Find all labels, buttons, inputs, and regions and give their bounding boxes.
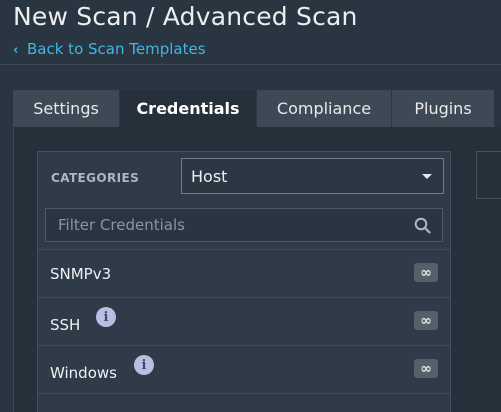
tab-plugins[interactable]: Plugins (392, 90, 494, 127)
credential-item-partial[interactable] (38, 393, 450, 412)
credential-item-ssh[interactable]: SSH i ∞ (38, 297, 450, 345)
credential-item-label: SSH (50, 316, 81, 334)
tab-credentials[interactable]: Credentials (120, 90, 257, 127)
tab-bar: Settings Credentials Compliance Plugins (13, 90, 494, 127)
header-divider (0, 64, 501, 65)
info-icon[interactable]: i (134, 355, 154, 375)
search-icon[interactable] (414, 217, 431, 234)
credential-item-snmpv3[interactable]: SNMPv3 ∞ (38, 249, 450, 297)
caret-down-icon (422, 174, 432, 179)
tab-settings[interactable]: Settings (13, 90, 120, 127)
chevron-left-icon: ‹ (13, 43, 19, 58)
infinity-badge: ∞ (414, 359, 438, 378)
info-icon[interactable]: i (96, 307, 116, 327)
category-select-value: Host (191, 166, 228, 186)
back-link-label: Back to Scan Templates (27, 40, 206, 58)
scan-page: New Scan / Advanced Scan ‹ Back to Scan T… (0, 0, 501, 412)
credential-item-label: Windows (50, 364, 117, 382)
credential-item-label: SNMPv3 (50, 265, 112, 283)
credentials-sidebar: CATEGORIES Host SNMPv3 ∞ SSH i ∞ Windows… (37, 151, 451, 412)
filter-credentials-field[interactable] (45, 208, 443, 242)
infinity-badge: ∞ (414, 263, 438, 282)
infinity-badge: ∞ (414, 311, 438, 330)
page-title: New Scan / Advanced Scan (13, 2, 358, 31)
credential-settings-box (476, 151, 501, 199)
tab-compliance[interactable]: Compliance (257, 90, 392, 127)
category-select[interactable]: Host (181, 158, 444, 194)
back-to-templates-link[interactable]: ‹ Back to Scan Templates (13, 40, 206, 58)
categories-label: CATEGORIES (51, 171, 140, 185)
filter-credentials-input[interactable] (46, 209, 442, 241)
credential-item-windows[interactable]: Windows i ∞ (38, 345, 450, 393)
